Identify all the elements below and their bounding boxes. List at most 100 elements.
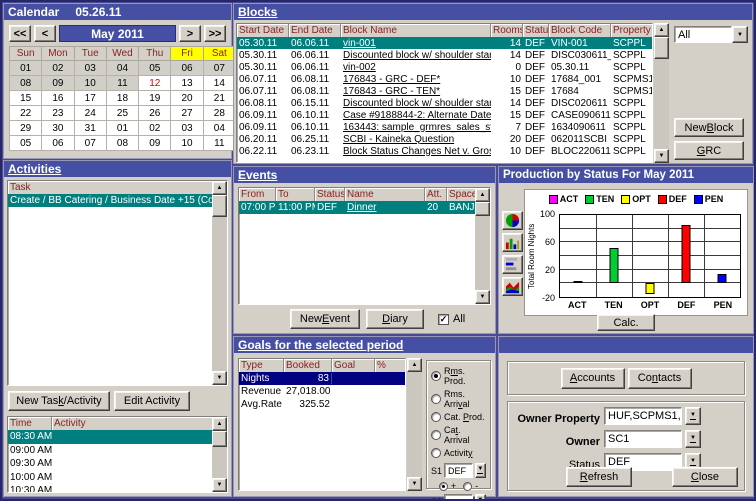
- blocks-title-link[interactable]: Blocks: [238, 5, 277, 19]
- calendar-day[interactable]: 08: [10, 76, 42, 91]
- scrollbar-thumb[interactable]: [654, 37, 669, 59]
- schedule-scrollbar[interactable]: ▲ ▼: [212, 417, 227, 492]
- calendar-day[interactable]: 24: [74, 106, 106, 121]
- owner-lov-icon[interactable]: ▼: [685, 430, 701, 448]
- calendar-day[interactable]: 10: [74, 76, 106, 91]
- block-row[interactable]: 06.08.11 06.15.11 Discounted block w/ sh…: [237, 97, 652, 109]
- task-scrollbar[interactable]: ▲ ▼: [212, 181, 227, 385]
- blocks-scrollbar[interactable]: ▲ ▼: [654, 23, 669, 163]
- s2-field[interactable]: [444, 494, 473, 501]
- block-row[interactable]: 05.30.11 06.06.11 Discounted block w/ sh…: [237, 49, 652, 61]
- edit-activity-button[interactable]: Edit Activity: [114, 391, 190, 411]
- calendar-day[interactable]: 19: [139, 91, 171, 106]
- owner-property-field[interactable]: HUF,SCPMS1,SC: [604, 407, 682, 425]
- scroll-up-button[interactable]: ▲: [475, 188, 490, 202]
- calendar-day[interactable]: 03: [74, 61, 106, 76]
- new-event-button[interactable]: New Event: [290, 309, 360, 329]
- blocks-filter-value[interactable]: All: [674, 26, 732, 43]
- calendar-day[interactable]: 03: [171, 121, 203, 136]
- calendar-day[interactable]: 08: [106, 136, 138, 151]
- block-name-link[interactable]: Case #9188844-2: Alternate Dates: [343, 110, 491, 121]
- calendar-day[interactable]: 13: [171, 76, 203, 91]
- calendar-day[interactable]: 05: [10, 136, 42, 151]
- task-row-selected[interactable]: Create / BB Catering / Business Date +15…: [8, 194, 227, 207]
- goal-row-selected[interactable]: Nights 83: [239, 372, 405, 385]
- next-year-button[interactable]: >>: [204, 25, 226, 42]
- block-name-link[interactable]: Block Status Changes Net v. Gross: [343, 146, 491, 157]
- schedule-row[interactable]: 10:30 AM: [8, 484, 227, 493]
- calendar-day[interactable]: 14: [203, 76, 235, 91]
- scrollbar-thumb[interactable]: [212, 195, 227, 217]
- calendar-day[interactable]: 02: [42, 61, 74, 76]
- block-row[interactable]: 05.30.11 06.06.11 vin-002 0 DEF 05.30.11…: [237, 61, 652, 73]
- calc-button[interactable]: Calc.: [597, 314, 655, 331]
- calendar-day[interactable]: 22: [10, 106, 42, 121]
- schedule-row[interactable]: 09:30 AM: [8, 457, 227, 471]
- calendar-day[interactable]: 05: [139, 61, 171, 76]
- block-name-link[interactable]: 176843 - GRC - TEN*: [343, 86, 440, 97]
- calendar-day[interactable]: 11: [106, 76, 138, 91]
- calendar-day[interactable]: 27: [171, 106, 203, 121]
- prev-year-button[interactable]: <<: [9, 25, 31, 42]
- goal-row[interactable]: Revenue 27,018.00: [239, 385, 405, 398]
- calendar-day[interactable]: 26: [139, 106, 171, 121]
- calendar-day[interactable]: 04: [106, 61, 138, 76]
- area-chart-icon[interactable]: [502, 277, 523, 296]
- scroll-down-button[interactable]: ▼: [212, 371, 227, 385]
- bar-chart-icon[interactable]: [502, 233, 523, 252]
- calendar-day[interactable]: 01: [10, 61, 42, 76]
- calendar-day-today[interactable]: 12: [139, 76, 171, 91]
- calendar-day[interactable]: 01: [106, 121, 138, 136]
- block-name-link[interactable]: vin-001: [343, 38, 376, 49]
- activities-title-link[interactable]: Activities: [8, 162, 61, 176]
- calendar-day[interactable]: 28: [203, 106, 235, 121]
- block-name-link[interactable]: Discounted block w/ shoulder start: [343, 98, 491, 109]
- grc-button[interactable]: GRC: [674, 141, 744, 160]
- calendar-day[interactable]: 06: [42, 136, 74, 151]
- calendar-day[interactable]: 09: [139, 136, 171, 151]
- owner-property-lov-icon[interactable]: ▼: [685, 407, 701, 425]
- calendar-day[interactable]: 16: [42, 91, 74, 106]
- block-name-link[interactable]: vin-002: [343, 62, 376, 73]
- calendar-day[interactable]: 30: [42, 121, 74, 136]
- pie-chart-icon[interactable]: [502, 211, 523, 230]
- calendar-day[interactable]: 07: [203, 61, 235, 76]
- calendar-day[interactable]: 23: [42, 106, 74, 121]
- block-row[interactable]: 06.09.11 06.10.11 163443: sample_grmres_…: [237, 121, 652, 133]
- block-row-selected[interactable]: 05.30.11 06.06.11 vin-001 14 DEF VIN-001…: [237, 37, 652, 49]
- owner-field[interactable]: SC1: [604, 430, 682, 448]
- s2-lov-icon[interactable]: ▼: [475, 494, 486, 501]
- calendar-day[interactable]: 10: [171, 136, 203, 151]
- s1-lov-icon[interactable]: ▼: [475, 463, 486, 478]
- goals-title-link[interactable]: Goals for the selected period: [238, 338, 403, 352]
- block-row[interactable]: 06.20.11 06.25.11 SCBI - Kaineka Questio…: [237, 133, 652, 145]
- calendar-day[interactable]: 04: [203, 121, 235, 136]
- calendar-day[interactable]: 20: [171, 91, 203, 106]
- calendar-day[interactable]: 31: [74, 121, 106, 136]
- all-events-checkbox[interactable]: ✓: [438, 314, 449, 325]
- scroll-up-button[interactable]: ▲: [654, 23, 669, 37]
- scroll-down-button[interactable]: ▼: [475, 290, 490, 304]
- calendar-day[interactable]: 18: [106, 91, 138, 106]
- events-scrollbar[interactable]: ▲ ▼: [475, 188, 490, 304]
- scrollbar-thumb[interactable]: [475, 202, 490, 216]
- block-name-link[interactable]: Discounted block w/ shoulder start: [343, 50, 491, 61]
- scroll-down-button[interactable]: ▼: [407, 477, 422, 491]
- horizontal-bar-chart-icon[interactable]: [502, 255, 523, 274]
- scroll-up-button[interactable]: ▲: [212, 417, 227, 431]
- events-title-link[interactable]: Events: [238, 168, 277, 182]
- contacts-button[interactable]: Contacts: [628, 368, 692, 389]
- scroll-down-button[interactable]: ▼: [212, 478, 227, 492]
- schedule-row-selected[interactable]: 08:30 AM: [8, 430, 227, 444]
- goal-row[interactable]: Avg.Rate 325.52: [239, 398, 405, 411]
- block-row[interactable]: 06.09.11 06.10.11 Case #9188844-2: Alter…: [237, 109, 652, 121]
- scrollbar-thumb[interactable]: [212, 431, 227, 447]
- block-name-link[interactable]: 163443: sample_grmres_sales_std: [343, 122, 491, 133]
- accounts-button[interactable]: Accounts: [561, 368, 625, 389]
- radio-activity[interactable]: Activity: [431, 448, 486, 458]
- scroll-up-button[interactable]: ▲: [407, 358, 422, 372]
- schedule-row[interactable]: 09:00 AM: [8, 444, 227, 458]
- block-row[interactable]: 06.22.11 06.23.11 Block Status Changes N…: [237, 145, 652, 157]
- schedule-row[interactable]: 10:00 AM: [8, 471, 227, 485]
- calendar-day[interactable]: 29: [10, 121, 42, 136]
